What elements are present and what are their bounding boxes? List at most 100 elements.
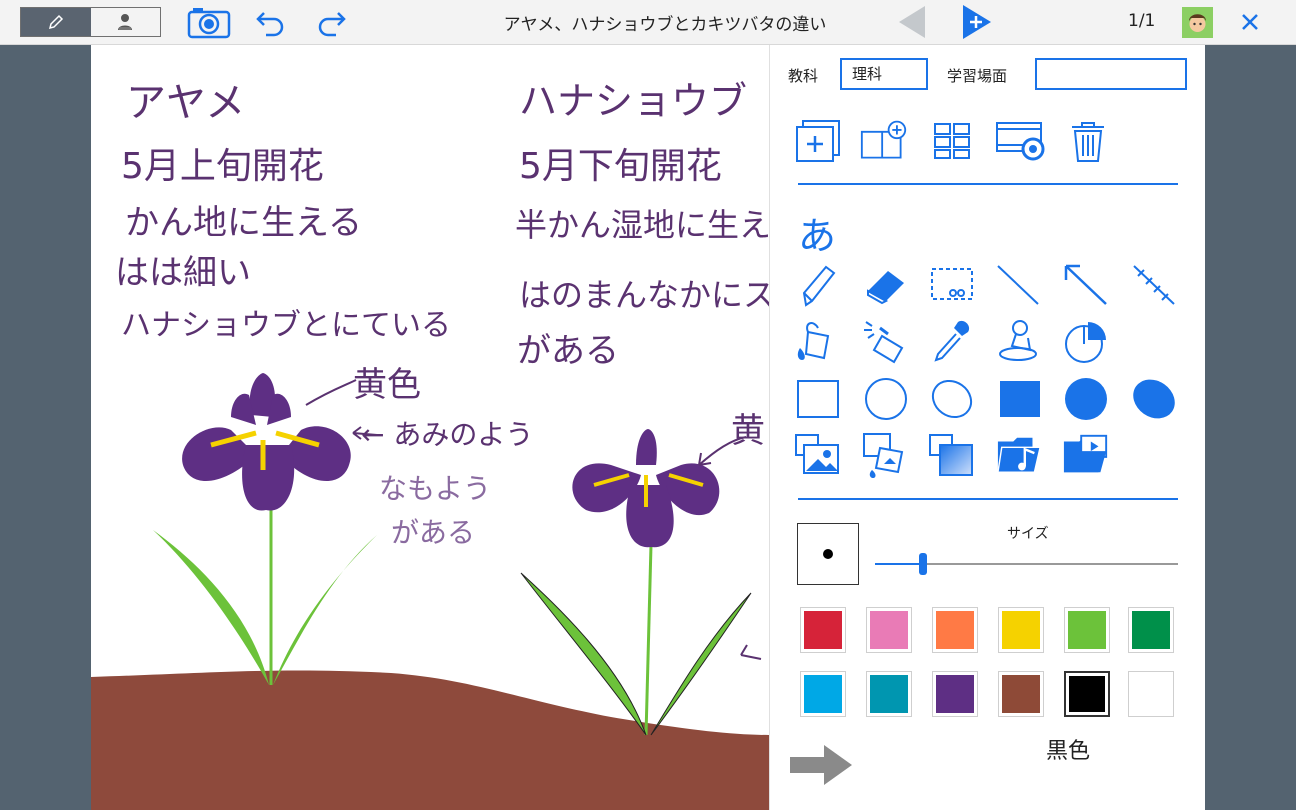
rectangle-outline-tool[interactable]	[794, 375, 842, 423]
color-swatch[interactable]	[1128, 671, 1174, 717]
redo-button[interactable]	[313, 4, 349, 40]
hanashoubu-bloom-note: 5月下旬開花	[519, 146, 722, 187]
hanashoubu-flower	[520, 429, 752, 736]
trash-icon	[1072, 122, 1104, 162]
size-slider-thumb[interactable]	[919, 553, 928, 575]
insert-image-tool[interactable]	[794, 431, 842, 479]
add-page-button[interactable]	[960, 4, 994, 40]
color-swatch[interactable]	[932, 607, 978, 653]
previous-page-button[interactable]	[896, 4, 928, 40]
pen-size-preview	[797, 523, 859, 585]
movie-settings-button[interactable]	[994, 117, 1050, 165]
gradient-tool[interactable]	[928, 431, 976, 479]
rectangle-outline-icon	[797, 380, 839, 418]
grid-icon	[934, 123, 970, 159]
ayame-bloom-note: 5月上旬開花	[121, 146, 324, 187]
color-swatch[interactable]	[1128, 607, 1174, 653]
gradient-icon	[929, 434, 973, 476]
color-swatch[interactable]	[866, 607, 912, 653]
fill-bucket-tool[interactable]	[794, 317, 842, 365]
image-icon	[795, 434, 839, 474]
rectangle-filled-tool[interactable]	[996, 375, 1044, 423]
ellipse-outline-icon	[931, 379, 973, 419]
drawing-canvas[interactable]: アヤメ 5月上旬開花 かん地に生える はは細い ハナショウブとにている ハナショ…	[91, 45, 769, 810]
page-list-button[interactable]	[928, 117, 976, 165]
panel-divider-2	[798, 498, 1178, 500]
ayame-leaf-note: はは細い	[115, 253, 251, 293]
line-icon	[997, 265, 1039, 305]
add-page-icon	[963, 5, 991, 39]
undo-button[interactable]	[253, 4, 289, 40]
book-add-icon	[860, 120, 907, 159]
stamp-icon	[999, 320, 1037, 361]
color-swatch-fill	[1132, 675, 1170, 713]
pen-size-dot	[823, 549, 833, 559]
add-from-book-button[interactable]	[860, 117, 908, 165]
arrow-icon	[1064, 264, 1107, 305]
close-icon	[1242, 14, 1258, 30]
new-page-icon	[796, 120, 840, 162]
circle-filled-tool[interactable]	[1062, 375, 1110, 423]
ayame-flower	[153, 373, 377, 685]
insert-audio-tool[interactable]	[996, 431, 1044, 479]
scissors-select-icon	[931, 268, 973, 300]
color-swatch[interactable]	[866, 671, 912, 717]
student-avatar-icon	[1182, 7, 1213, 38]
color-swatch[interactable]	[932, 671, 978, 717]
color-swatch-fill	[870, 675, 908, 713]
pie-chart-tool[interactable]	[1062, 317, 1110, 365]
hanashoubu-heading: ハナショウブ	[519, 79, 748, 123]
close-button[interactable]	[1236, 8, 1264, 36]
spray-can-icon	[864, 321, 904, 364]
subject-field[interactable]: 理科	[840, 58, 928, 90]
dropper-tool[interactable]	[928, 317, 976, 365]
circle-outline-tool[interactable]	[862, 375, 910, 423]
size-label: サイズ	[1007, 526, 1049, 542]
camera-icon	[187, 8, 231, 39]
delete-button[interactable]	[1064, 117, 1112, 165]
ruler-tool[interactable]	[1130, 261, 1178, 309]
insert-video-tool[interactable]	[1062, 431, 1110, 479]
size-slider[interactable]	[875, 553, 1178, 575]
spray-tool[interactable]	[862, 317, 910, 365]
eraser-tool[interactable]	[862, 261, 910, 309]
selection-cut-tool[interactable]	[928, 261, 976, 309]
pen-mode-button[interactable]	[21, 8, 91, 36]
soil	[91, 670, 769, 810]
arrow-tool[interactable]	[1062, 261, 1110, 309]
camera-button[interactable]	[186, 4, 232, 40]
pattern-annotation-2: がある	[391, 516, 476, 549]
music-folder-icon	[997, 437, 1042, 473]
avatar[interactable]	[1182, 7, 1213, 38]
pencil-tool[interactable]	[794, 261, 842, 309]
stamp-tool[interactable]	[994, 317, 1042, 365]
ellipse-filled-tool[interactable]	[1130, 375, 1178, 423]
line-tool[interactable]	[994, 261, 1042, 309]
pencil-icon	[48, 14, 63, 30]
color-swatch-fill	[1068, 611, 1106, 649]
color-swatch[interactable]	[998, 607, 1044, 653]
next-arrow-button[interactable]	[788, 741, 854, 793]
document-title: アヤメ、ハナショウブとカキツバタの違い	[503, 15, 827, 35]
color-swatch-fill	[804, 675, 842, 713]
eraser-icon	[867, 271, 904, 305]
user-mode-button[interactable]	[91, 8, 161, 36]
new-page-button[interactable]	[794, 117, 842, 165]
image-fill-icon	[863, 433, 904, 478]
pattern-annotation: なもよう	[379, 472, 492, 505]
color-swatch[interactable]	[1064, 607, 1110, 653]
color-swatch[interactable]	[800, 607, 846, 653]
text-tool-button[interactable]: あ	[798, 205, 836, 260]
ellipse-outline-tool[interactable]	[928, 375, 976, 423]
undo-icon	[256, 12, 284, 37]
top-toolbar: アヤメ、ハナショウブとカキツバタの違い 1/1	[0, 0, 1296, 45]
color-swatch[interactable]	[1064, 671, 1110, 717]
circle-outline-icon	[865, 378, 907, 420]
scene-field[interactable]	[1035, 58, 1187, 90]
color-swatch-fill	[936, 611, 974, 649]
image-fill-tool[interactable]	[862, 431, 910, 479]
color-swatch[interactable]	[800, 671, 846, 717]
color-swatch[interactable]	[998, 671, 1044, 717]
color-swatch-fill	[804, 611, 842, 649]
paint-bucket-icon	[797, 322, 830, 360]
